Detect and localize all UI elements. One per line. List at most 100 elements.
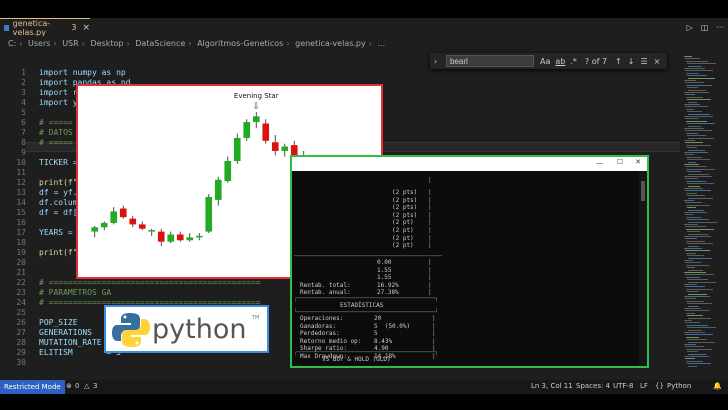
minimap-line (686, 216, 701, 218)
breadcrumb: C: › Users › USR › Desktop › DataScience › Al… (0, 36, 728, 52)
breadcrumb-item[interactable]: Desktop (90, 39, 123, 48)
error-count[interactable]: 0 (75, 382, 79, 390)
minimap-line (688, 65, 702, 67)
minimap-line (687, 291, 699, 293)
encoding[interactable]: UTF-8 (613, 382, 633, 390)
minimap-line (685, 250, 710, 252)
notifications-icon[interactable]: 🔔 (713, 382, 722, 390)
minimap-line (687, 315, 703, 317)
minimap-line (684, 164, 699, 165)
line-number: 16 (16, 218, 26, 227)
next-match-icon[interactable]: ↓ (628, 57, 635, 66)
minimap-line (687, 87, 698, 89)
trade-points: (2 pts) (392, 204, 418, 212)
metric-value: 1.55 (377, 274, 392, 282)
minimap-line (688, 329, 702, 331)
match-whole-word-toggle[interactable]: ab (555, 57, 565, 66)
restricted-mode-badge[interactable]: Restricted Mode (0, 380, 65, 394)
minimap-line (684, 296, 710, 297)
breadcrumb-item[interactable]: C: (8, 39, 16, 48)
box-border: | (428, 242, 432, 250)
line-number: 26 (16, 318, 26, 327)
minimap-line (687, 207, 696, 209)
code-line: # DATOS (39, 128, 73, 137)
minimap-line (688, 77, 715, 79)
terminal-scrollbar[interactable] (639, 171, 647, 366)
box-border: | (428, 274, 432, 282)
more-actions-icon[interactable]: ··· (716, 23, 724, 32)
minimap-line (686, 228, 714, 230)
cursor-position[interactable]: Ln 3, Col 11 (531, 382, 573, 390)
language-mode[interactable]: Python (667, 382, 691, 390)
previous-match-icon[interactable]: ↑ (615, 57, 622, 66)
braces-icon[interactable]: {} (655, 382, 664, 390)
minimap-line (685, 94, 695, 96)
stat-label: Ganadoras: (300, 322, 337, 330)
find-in-selection-icon[interactable]: ☰ (640, 57, 647, 66)
maximize-icon[interactable]: ☐ (617, 158, 623, 166)
box-border: | (428, 259, 432, 266)
candle-body (148, 230, 156, 232)
candle-body (233, 137, 241, 161)
breadcrumb-item[interactable]: Users (28, 39, 50, 48)
breadcrumb-item[interactable]: Algoritmos-Geneticos (197, 39, 283, 48)
minimap-line (686, 132, 698, 134)
run-icon[interactable]: ▷ (687, 23, 693, 32)
python-logo-card: python TM (104, 305, 269, 353)
close-icon[interactable]: × (82, 23, 90, 33)
minimap-line (687, 219, 709, 221)
minimap-line (686, 264, 709, 266)
indentation[interactable]: Spaces: 4 (576, 382, 610, 390)
code-line: TICKER = (39, 158, 78, 167)
minimize-icon[interactable]: — (596, 159, 603, 167)
trade-points: (2 pts) (392, 189, 418, 196)
candle-body (129, 218, 137, 225)
breadcrumb-item[interactable]: genetica-velas.py (295, 39, 366, 48)
find-widget: › Aa ab .* ? of 7 ↑ ↓ ☰ × (430, 53, 667, 69)
line-ending[interactable]: LF (640, 382, 648, 390)
metric-value: 16.92% (377, 281, 399, 289)
code-line: df = df[ (39, 208, 78, 217)
minimap-line (684, 56, 692, 57)
candle-body (186, 237, 194, 241)
minimap-line (684, 92, 709, 93)
code-line: POP_SIZE (39, 318, 78, 327)
use-regex-toggle[interactable]: .* (570, 57, 577, 66)
code-line: # ===== (39, 118, 73, 127)
box-border: | (428, 234, 432, 242)
minimap[interactable] (680, 52, 728, 380)
tab-bar: genetica-velas.py 3 × ▷ ◫ ··· (0, 18, 728, 37)
minimap-line (685, 202, 702, 204)
candle-body (271, 142, 279, 151)
minimap-line (685, 322, 700, 324)
minimap-line (684, 188, 703, 189)
error-icon[interactable]: ⊗ (66, 382, 72, 390)
close-window-icon[interactable]: ✕ (635, 158, 641, 166)
find-input[interactable] (446, 55, 534, 67)
candle-body (100, 222, 108, 228)
match-case-toggle[interactable]: Aa (540, 57, 550, 66)
toggle-replace-icon[interactable]: › (434, 57, 437, 66)
minimap-line (688, 221, 717, 223)
minimap-line (688, 341, 715, 343)
warning-count[interactable]: 3 (93, 382, 97, 390)
separator-line: ────────────────────────────────────────… (294, 253, 443, 260)
warning-icon[interactable]: △ (84, 382, 89, 390)
split-editor-icon[interactable]: ◫ (701, 23, 709, 32)
code-line: import r (39, 88, 78, 97)
minimap-line (685, 334, 713, 336)
minimap-line (687, 99, 711, 101)
minimap-line (686, 84, 712, 86)
minimap-line (686, 192, 697, 194)
vs-header: VS BUY & HOLD (GLD) (322, 356, 391, 363)
breadcrumb-item[interactable]: USR (62, 39, 79, 48)
close-find-icon[interactable]: × (654, 57, 661, 66)
breadcrumb-item[interactable]: DataScience (135, 39, 185, 48)
tab-genetica-velas[interactable]: genetica-velas.py 3 × (0, 18, 90, 37)
candle-body (167, 234, 175, 242)
minimap-line (686, 288, 713, 290)
breadcrumb-item[interactable]: ... (378, 39, 386, 48)
minimap-line (688, 353, 706, 355)
line-number: 28 (16, 338, 26, 347)
minimap-line (685, 214, 693, 216)
